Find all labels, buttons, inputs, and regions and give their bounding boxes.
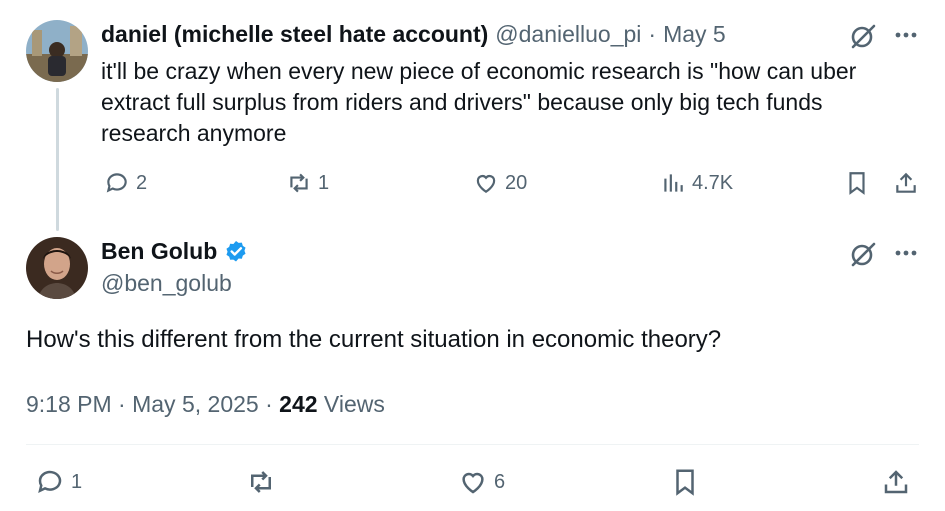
- main-reply-count: 1: [71, 470, 83, 493]
- header-separator: ·: [648, 21, 657, 47]
- main-grok-button[interactable]: [848, 239, 878, 269]
- main-author-name[interactable]: Ben Golub: [101, 238, 217, 265]
- parent-bookmark-button[interactable]: [844, 170, 870, 196]
- parent-tweet-text: it'll be crazy when every new piece of e…: [101, 58, 857, 146]
- parent-date[interactable]: May 5: [663, 21, 726, 48]
- main-more-button[interactable]: [893, 243, 921, 263]
- views-icon: [664, 174, 683, 192]
- bookmark-icon: [676, 469, 694, 496]
- parent-share-button[interactable]: [893, 170, 919, 196]
- post-time[interactable]: 9:18 PM: [26, 391, 112, 417]
- grok-icon: [851, 24, 876, 49]
- share-icon: [884, 470, 908, 494]
- share-icon: [896, 172, 916, 193]
- meta-separator: ·: [118, 391, 126, 417]
- parent-author-name[interactable]: daniel (michelle steel hate account): [101, 21, 488, 48]
- parent-reply-count: 2: [136, 171, 148, 194]
- thread-line: [56, 88, 59, 231]
- main-tweet-text: How's this different from the current si…: [26, 326, 722, 353]
- main-repost-button[interactable]: [246, 467, 276, 497]
- grok-icon: [851, 242, 876, 267]
- repost-icon: [251, 471, 271, 493]
- parent-like-count: 20: [505, 171, 528, 194]
- main-like-count: 6: [494, 470, 506, 493]
- parent-views-button[interactable]: 4.7K: [660, 170, 733, 196]
- repost-icon: [290, 173, 308, 193]
- main-bookmark-button[interactable]: [670, 467, 700, 497]
- like-icon: [476, 175, 496, 193]
- parent-reply-button[interactable]: 2: [104, 170, 147, 196]
- parent-more-button[interactable]: [893, 25, 921, 45]
- main-share-button[interactable]: [881, 467, 911, 497]
- parent-avatar[interactable]: [26, 20, 88, 82]
- view-count: 242: [279, 391, 318, 417]
- parent-repost-count: 1: [318, 171, 330, 194]
- verified-badge-icon: [226, 240, 246, 262]
- reply-icon: [106, 173, 127, 193]
- parent-repost-button[interactable]: 1: [286, 170, 329, 196]
- main-handle[interactable]: @ben_golub: [101, 270, 232, 297]
- parent-handle[interactable]: @danielluo_pi: [495, 21, 641, 48]
- more-icon: [895, 32, 917, 38]
- meta-separator: ·: [265, 391, 273, 417]
- main-avatar[interactable]: [26, 237, 88, 299]
- bookmark-icon: [849, 172, 865, 195]
- like-icon: [462, 472, 484, 494]
- main-like-button[interactable]: 6: [458, 467, 505, 497]
- reply-icon: [38, 470, 62, 493]
- parent-grok-button[interactable]: [848, 21, 878, 51]
- tweet-metadata: 9:18 PM · May 5, 2025 · 242 Views: [26, 391, 385, 418]
- views-label: Views: [323, 391, 385, 417]
- divider: [26, 444, 919, 445]
- main-reply-button[interactable]: 1: [35, 467, 82, 497]
- parent-like-button[interactable]: 20: [473, 170, 527, 196]
- post-date[interactable]: May 5, 2025: [132, 391, 259, 417]
- parent-view-count: 4.7K: [692, 171, 734, 194]
- more-icon: [895, 250, 917, 256]
